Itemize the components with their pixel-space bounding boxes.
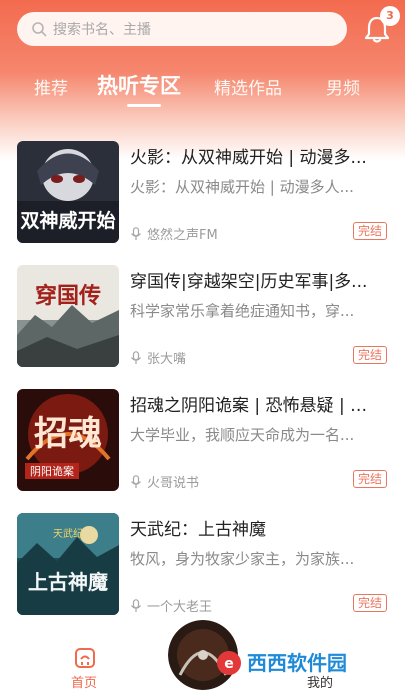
tab-male-channel[interactable]: 男频 xyxy=(326,74,360,99)
host-name: 一个大老王 xyxy=(147,600,213,615)
microphone-icon xyxy=(131,474,141,488)
host-name: 火哥说书 xyxy=(147,476,200,491)
cover-title: 招魂 xyxy=(34,414,102,454)
search-icon xyxy=(32,22,47,37)
book-title: 招魂之阴阳诡案 | 恐怖悬疑 | 多... xyxy=(130,396,380,416)
cover-title: 双神威开始 xyxy=(20,209,115,232)
notification-badge: 3 xyxy=(380,6,400,26)
list-item[interactable]: 招魂 阴阳诡案 招魂之阴阳诡案 | 恐怖悬疑 | 多... 大学毕业，我顺应天命… xyxy=(0,386,405,492)
book-title: 天武纪：上古神魔 xyxy=(130,520,266,540)
book-cover[interactable]: 招魂 阴阳诡案 xyxy=(17,389,119,491)
microphone-icon xyxy=(131,226,141,240)
cover-subtitle: 阴阳诡案 xyxy=(30,464,74,478)
search-bar[interactable]: 搜索书名、主播 xyxy=(17,12,347,46)
home-icon[interactable] xyxy=(73,646,97,670)
cover-title: 穿国传 xyxy=(35,283,101,309)
status-badge: 完结 xyxy=(353,346,388,364)
book-title: 穿国传|穿越架空|历史军事|多... xyxy=(130,272,368,292)
host-name: 张大嘴 xyxy=(147,352,187,367)
cover-title: 上古神魔 xyxy=(28,570,108,594)
svg-text:西西软件园: 西西软件园 xyxy=(247,651,347,675)
book-description: 科学家常乐拿着绝症通知书，穿... xyxy=(130,302,355,320)
book-title: 火影：从双神威开始 | 动漫多... xyxy=(130,148,367,168)
host-name: 悠然之声FM xyxy=(147,228,218,243)
book-cover[interactable]: 穿国传 xyxy=(17,265,119,367)
search-placeholder: 搜索书名、主播 xyxy=(53,22,151,38)
list-item[interactable]: 天武纪 上古神魔 天武纪：上古神魔 牧风，身为牧家少家主，为家族... 一个大老… xyxy=(0,510,405,616)
microphone-icon xyxy=(131,598,141,612)
cover-subtitle: 天武纪 xyxy=(53,527,83,540)
active-tab-indicator xyxy=(127,104,161,107)
list-item[interactable]: 双神威开始 火影：从双神威开始 | 动漫多... 火影：从双神威开始 | 动漫多… xyxy=(0,138,405,244)
watermark: e 西西软件园 xyxy=(215,648,385,678)
list-item[interactable]: 穿国传 穿国传|穿越架空|历史军事|多... 科学家常乐拿着绝症通知书，穿...… xyxy=(0,262,405,368)
category-tabs: 推荐 热听专区 精选作品 男频 xyxy=(0,68,405,108)
svg-text:e: e xyxy=(224,656,234,672)
book-cover[interactable]: 双神威开始 xyxy=(17,141,119,243)
tab-hot-listening[interactable]: 热听专区 xyxy=(97,70,181,100)
microphone-icon xyxy=(131,350,141,364)
book-description: 火影：从双神威开始 | 动漫多人... xyxy=(130,178,354,196)
status-badge: 完结 xyxy=(353,222,388,240)
tab-featured[interactable]: 精选作品 xyxy=(214,74,282,99)
book-description: 大学毕业，我顺应天命成为一名... xyxy=(130,426,355,444)
status-badge: 完结 xyxy=(353,594,388,612)
book-cover[interactable]: 天武纪 上古神魔 xyxy=(17,513,119,615)
status-badge: 完结 xyxy=(353,470,388,488)
nav-home-label[interactable]: 首页 xyxy=(71,672,97,691)
tab-recommend[interactable]: 推荐 xyxy=(34,74,68,99)
book-description: 牧风，身为牧家少家主，为家族... xyxy=(130,550,355,568)
